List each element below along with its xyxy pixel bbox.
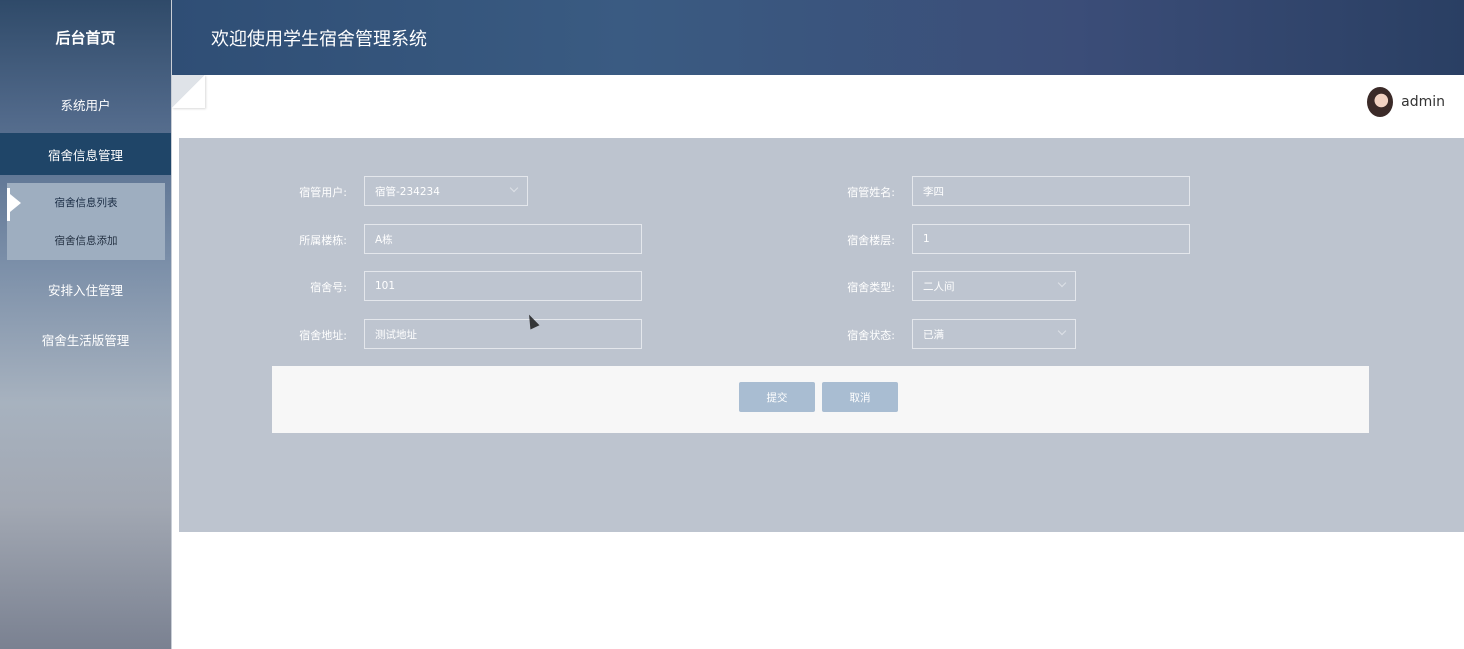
- floor-input[interactable]: 1: [912, 224, 1190, 254]
- room-no-input[interactable]: 101: [364, 271, 642, 301]
- floor-value: 1: [923, 233, 930, 245]
- cancel-button[interactable]: 取消: [822, 382, 898, 412]
- header-banner: 欢迎使用学生宿舍管理系统: [172, 0, 1464, 75]
- address-value: 测试地址: [375, 328, 417, 341]
- manager-name-label: 宿管姓名:: [847, 186, 895, 199]
- form-actions: 提交 取消: [272, 366, 1369, 433]
- room-type-value: 二人间: [923, 280, 955, 293]
- chevron-down-icon: [1057, 278, 1067, 288]
- room-type-select[interactable]: 二人间: [912, 271, 1076, 301]
- address-input[interactable]: 测试地址: [364, 319, 642, 349]
- submenu-item-dorm-info-add[interactable]: 宿舍信息添加: [7, 221, 165, 259]
- building-value: A栋: [375, 233, 393, 246]
- submit-button[interactable]: 提交: [739, 382, 815, 412]
- sidebar-item-dorm-info-management[interactable]: 宿舍信息管理: [0, 133, 171, 175]
- topbar: admin: [172, 75, 1464, 138]
- sidebar-item-checkin-management[interactable]: 安排入住管理: [0, 264, 171, 314]
- manager-user-value: 宿管-234234: [375, 185, 440, 198]
- chevron-down-icon: [1057, 326, 1067, 336]
- sidebar-item-dorm-life-management[interactable]: 宿舍生活版管理: [0, 314, 171, 364]
- building-label: 所属楼栋:: [299, 234, 347, 247]
- active-indicator-arrow-icon: [10, 194, 21, 212]
- status-value: 已满: [923, 328, 944, 341]
- manager-name-value: 李四: [923, 185, 944, 198]
- sidebar: 后台首页 系统用户 宿舍信息管理 宿舍信息列表 宿舍信息添加 安排入住管理 宿舍…: [0, 0, 172, 649]
- sidebar-brand-home[interactable]: 后台首页: [0, 0, 171, 75]
- username-label[interactable]: admin: [1401, 94, 1445, 110]
- floor-label: 宿舍楼层:: [847, 234, 895, 247]
- room-no-value: 101: [375, 280, 396, 292]
- manager-user-label: 宿管用户:: [299, 186, 347, 199]
- manager-user-select[interactable]: 宿管-234234: [364, 176, 528, 206]
- sidebar-submenu: 宿舍信息列表 宿舍信息添加: [7, 183, 165, 260]
- status-label: 宿舍状态:: [847, 329, 895, 342]
- page-title: 欢迎使用学生宿舍管理系统: [211, 28, 427, 50]
- building-input[interactable]: A栋: [364, 224, 642, 254]
- status-select[interactable]: 已满: [912, 319, 1076, 349]
- dorm-form-panel: 宿管用户: 宿管-234234 宿管姓名: 李四 所属楼栋: A栋 宿舍楼层: …: [179, 138, 1464, 532]
- submenu-item-dorm-info-list[interactable]: 宿舍信息列表: [7, 183, 165, 221]
- room-type-label: 宿舍类型:: [847, 281, 895, 294]
- sidebar-item-system-users[interactable]: 系统用户: [0, 75, 171, 133]
- sidebar-toggle-fold-icon[interactable]: [172, 75, 205, 108]
- manager-name-input[interactable]: 李四: [912, 176, 1190, 206]
- room-no-label: 宿舍号:: [310, 281, 347, 294]
- address-label: 宿舍地址:: [299, 329, 347, 342]
- avatar[interactable]: [1367, 87, 1394, 117]
- user-menu[interactable]: admin: [1367, 87, 1445, 117]
- chevron-down-icon: [509, 183, 519, 193]
